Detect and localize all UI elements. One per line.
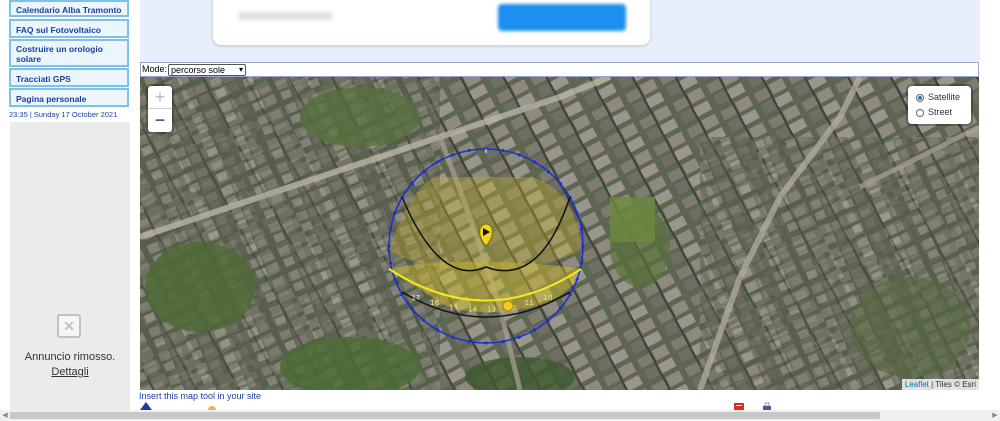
horizon-tick bbox=[501, 339, 505, 344]
hour-label: 11 bbox=[525, 299, 534, 307]
nav-item-label: Calendario Alba Tramonto bbox=[16, 5, 122, 15]
layer-option-street[interactable]: Street bbox=[916, 106, 952, 119]
hour-label: 16 bbox=[430, 299, 439, 307]
zoom-out-button[interactable]: − bbox=[148, 109, 172, 132]
scrollbar-thumb[interactable] bbox=[10, 412, 880, 419]
blurred-submit-button[interactable] bbox=[498, 4, 626, 31]
scroll-left-icon[interactable]: ◀ bbox=[0, 410, 10, 421]
tiles-attribution: | Tiles © Esri bbox=[928, 380, 976, 389]
horizon-tick bbox=[579, 261, 584, 265]
pdf-icon[interactable] bbox=[733, 402, 745, 410]
horizon-tick bbox=[393, 277, 397, 281]
nav-item-label: Costruire un orologio solare bbox=[16, 44, 103, 64]
ad-placeholder: ✕ Annuncio rimosso. Dettagli bbox=[10, 122, 130, 410]
horizon-tick bbox=[532, 328, 537, 332]
mode-label: Mode: bbox=[142, 64, 168, 74]
horizon-tick bbox=[451, 153, 455, 157]
horizon-tick bbox=[546, 318, 550, 322]
hour-label: 14 bbox=[468, 306, 477, 314]
blurred-email-field bbox=[238, 12, 333, 20]
horizon-tick bbox=[581, 244, 585, 248]
layer-label: Satellite bbox=[928, 92, 961, 102]
horizon-tick bbox=[435, 328, 440, 332]
nav-item-label: Pagina personale bbox=[16, 94, 87, 104]
zoom-in-button[interactable]: + bbox=[148, 86, 172, 109]
horizon-tick bbox=[575, 211, 579, 215]
horizon-tick bbox=[532, 160, 537, 164]
horizon-tick bbox=[546, 170, 550, 174]
sun-icon[interactable] bbox=[206, 402, 218, 410]
horizon-tick bbox=[410, 306, 414, 310]
scroll-right-icon[interactable]: ▶ bbox=[990, 410, 1000, 421]
shadow-area-top bbox=[389, 177, 581, 270]
horizon-tick bbox=[451, 335, 455, 339]
nav-item-pagina-personale[interactable]: Pagina personale bbox=[9, 88, 129, 107]
horizon-tick bbox=[467, 148, 471, 153]
horizon-tick bbox=[387, 244, 391, 248]
layer-label: Street bbox=[928, 107, 953, 117]
mode-select[interactable]: percorso sole ▾ bbox=[168, 64, 246, 76]
layer-switcher: Satellite Street bbox=[908, 86, 971, 124]
mode-select-value: percorso sole bbox=[171, 65, 226, 75]
nav-item-calendario[interactable]: Calendario Alba Tramonto bbox=[9, 0, 129, 17]
horizon-tick bbox=[558, 306, 562, 310]
horizon-tick bbox=[484, 341, 488, 345]
map-attribution: Leaflet | Tiles © Esri bbox=[901, 379, 979, 390]
map-view[interactable]: 1716151413121110 + − Satellite Street Le… bbox=[140, 77, 979, 390]
radio-icon bbox=[916, 108, 924, 117]
horizon-tick bbox=[422, 170, 426, 174]
insert-map-tool-link[interactable]: Insert this map tool in your site bbox=[139, 391, 261, 401]
mode-toolbar: Mode: percorso sole ▾ bbox=[140, 62, 979, 77]
layer-option-satellite[interactable]: Satellite bbox=[916, 91, 960, 104]
horizon-tick bbox=[517, 335, 521, 339]
nav-item-label: FAQ sul Fotovoltaico bbox=[16, 25, 102, 35]
chevron-down-icon: ▾ bbox=[238, 65, 243, 74]
horizon-tick bbox=[435, 160, 440, 164]
horizon-tick bbox=[422, 318, 426, 322]
nav-item-tracciati-gps[interactable]: Tracciati GPS bbox=[9, 68, 129, 87]
sun-position-marker[interactable] bbox=[502, 300, 514, 312]
horizon-tick bbox=[393, 211, 397, 215]
hour-label: 13 bbox=[487, 306, 496, 314]
hour-label: 15 bbox=[449, 303, 458, 311]
zoom-control: + − bbox=[148, 86, 172, 132]
ad-removed-text: Annuncio rimosso. bbox=[24, 351, 116, 363]
horizon-tick bbox=[410, 182, 414, 186]
horizon-tick bbox=[388, 261, 393, 265]
horizon-tick bbox=[579, 227, 584, 231]
leaflet-link[interactable]: Leaflet bbox=[905, 380, 929, 389]
radio-icon bbox=[916, 93, 924, 102]
nav-item-orologio-solare[interactable]: Costruire un orologio solare bbox=[9, 39, 129, 67]
ad-details-link[interactable]: Dettagli bbox=[10, 366, 130, 378]
blurred-signup-card bbox=[213, 0, 650, 45]
horizontal-scrollbar[interactable]: ◀ ▶ bbox=[0, 410, 1000, 421]
horizon-tick bbox=[517, 153, 521, 157]
horizon-tick bbox=[501, 148, 505, 153]
hour-label: 10 bbox=[544, 294, 553, 302]
date-time-text: 23:35 | Sunday 17 October 2021 bbox=[9, 110, 118, 119]
ad-removed-icon: ✕ bbox=[57, 314, 81, 338]
arrow-up-icon[interactable] bbox=[140, 402, 152, 410]
horizon-tick bbox=[558, 182, 562, 186]
sun-path-overlay: 1716151413121110 bbox=[387, 147, 585, 345]
horizon-tick bbox=[388, 227, 393, 231]
nav-item-faq-fotovoltaico[interactable]: FAQ sul Fotovoltaico bbox=[9, 19, 129, 38]
nav-item-label: Tracciati GPS bbox=[16, 74, 71, 84]
horizon-tick bbox=[467, 339, 471, 344]
horizon-tick bbox=[575, 277, 579, 281]
print-icon[interactable] bbox=[761, 402, 773, 410]
hour-label: 17 bbox=[412, 294, 421, 302]
